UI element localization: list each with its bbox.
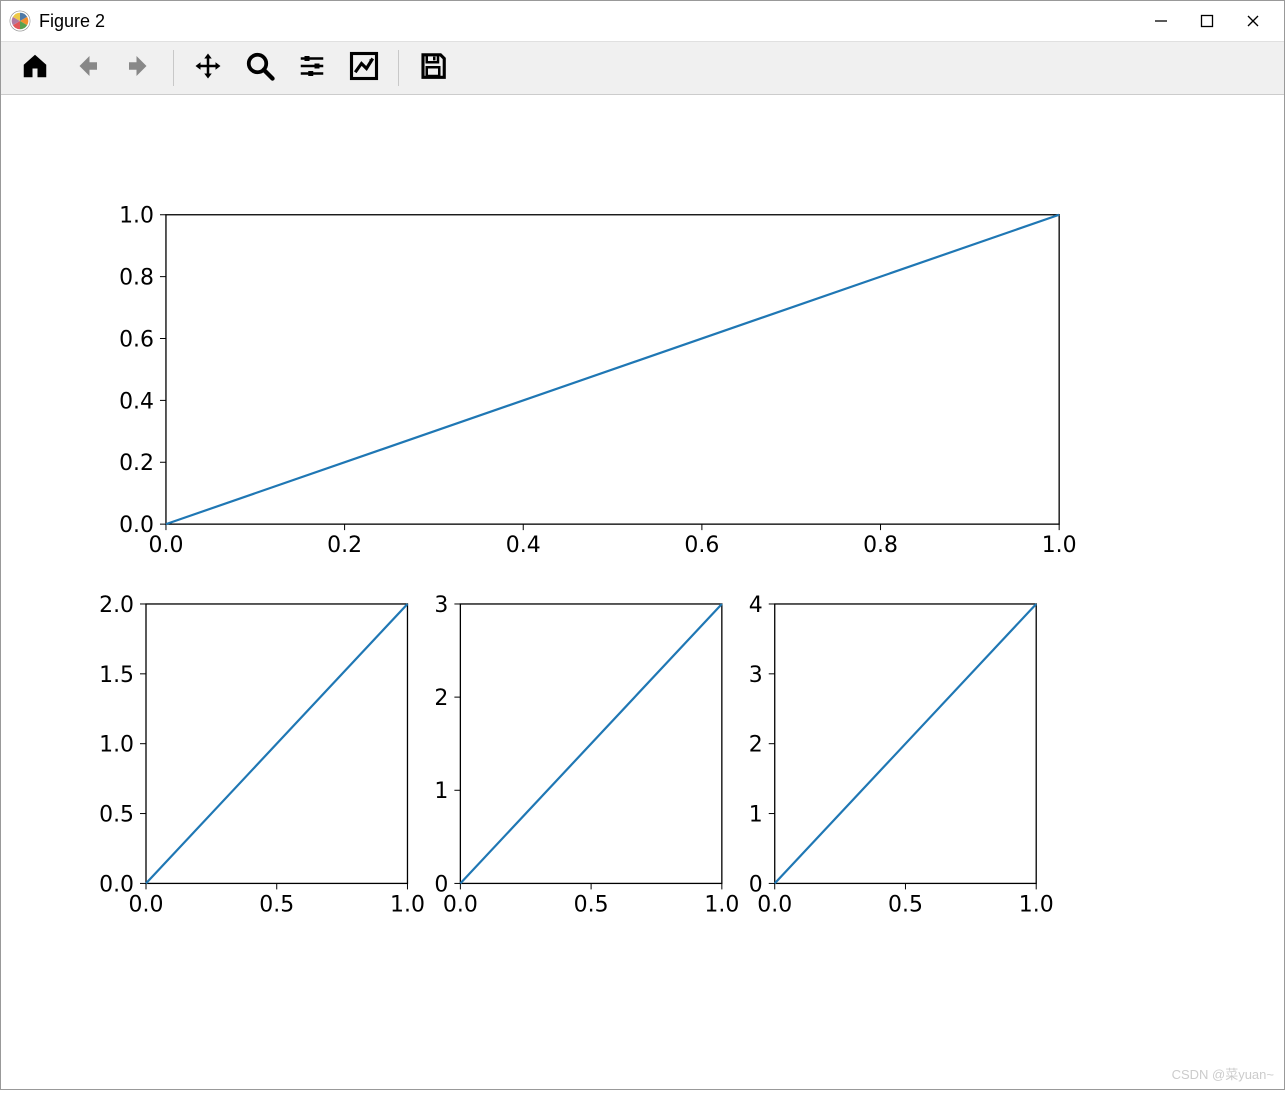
toolbar-separator — [398, 50, 399, 86]
svg-text:0.4: 0.4 — [119, 389, 154, 414]
maximize-button[interactable] — [1184, 5, 1230, 37]
svg-text:0.0: 0.0 — [99, 872, 134, 897]
forward-button[interactable] — [117, 46, 161, 90]
svg-text:0.4: 0.4 — [506, 533, 541, 558]
svg-text:0.8: 0.8 — [119, 266, 154, 291]
svg-text:3: 3 — [434, 593, 448, 618]
forward-icon — [124, 51, 154, 86]
watermark: CSDN @菜yuan~ — [1172, 1064, 1274, 1083]
svg-text:1.0: 1.0 — [1019, 892, 1054, 917]
svg-text:0.2: 0.2 — [119, 451, 154, 476]
pan-icon — [193, 51, 223, 86]
back-button[interactable] — [65, 46, 109, 90]
svg-text:1.5: 1.5 — [99, 663, 134, 688]
zoom-icon — [245, 51, 275, 86]
svg-text:0.5: 0.5 — [574, 892, 609, 917]
home-button[interactable] — [13, 46, 57, 90]
window-title: Figure 2 — [39, 11, 105, 32]
svg-text:1.0: 1.0 — [119, 204, 154, 229]
svg-text:0.6: 0.6 — [684, 533, 719, 558]
svg-text:1.0: 1.0 — [99, 733, 134, 758]
pan-button[interactable] — [186, 46, 230, 90]
svg-text:3: 3 — [749, 663, 763, 688]
line-chart-icon — [349, 51, 379, 86]
save-icon — [418, 51, 448, 86]
svg-text:1.0: 1.0 — [704, 892, 739, 917]
configure-subplots-button[interactable] — [290, 46, 334, 90]
back-icon — [72, 51, 102, 86]
figure-svg: 0.00.20.40.60.81.00.00.20.40.60.81.00.00… — [1, 95, 1284, 1089]
edit-axis-button[interactable] — [342, 46, 386, 90]
svg-text:1: 1 — [749, 803, 763, 828]
svg-text:0.0: 0.0 — [119, 513, 154, 538]
save-button[interactable] — [411, 46, 455, 90]
matplotlib-toolbar — [1, 41, 1284, 95]
window-titlebar: Figure 2 — [1, 1, 1284, 41]
svg-text:0.5: 0.5 — [888, 892, 923, 917]
svg-text:2.0: 2.0 — [99, 593, 134, 618]
app-icon — [9, 10, 31, 32]
close-button[interactable] — [1230, 5, 1276, 37]
svg-text:2: 2 — [434, 686, 448, 711]
svg-text:1.0: 1.0 — [390, 892, 425, 917]
minimize-button[interactable] — [1138, 5, 1184, 37]
svg-text:1: 1 — [434, 779, 448, 804]
svg-text:0.8: 0.8 — [863, 533, 898, 558]
svg-text:4: 4 — [749, 593, 763, 618]
svg-text:0: 0 — [434, 872, 448, 897]
svg-text:0.5: 0.5 — [259, 892, 294, 917]
svg-text:2: 2 — [749, 733, 763, 758]
zoom-button[interactable] — [238, 46, 282, 90]
svg-text:1.0: 1.0 — [1042, 533, 1077, 558]
svg-text:0.2: 0.2 — [327, 533, 362, 558]
svg-text:0.5: 0.5 — [99, 803, 134, 828]
toolbar-separator — [173, 50, 174, 86]
sliders-icon — [297, 51, 327, 86]
home-icon — [20, 51, 50, 86]
svg-text:0.6: 0.6 — [119, 327, 154, 352]
figure-canvas[interactable]: 0.00.20.40.60.81.00.00.20.40.60.81.00.00… — [1, 95, 1284, 1089]
svg-text:0: 0 — [749, 872, 763, 897]
